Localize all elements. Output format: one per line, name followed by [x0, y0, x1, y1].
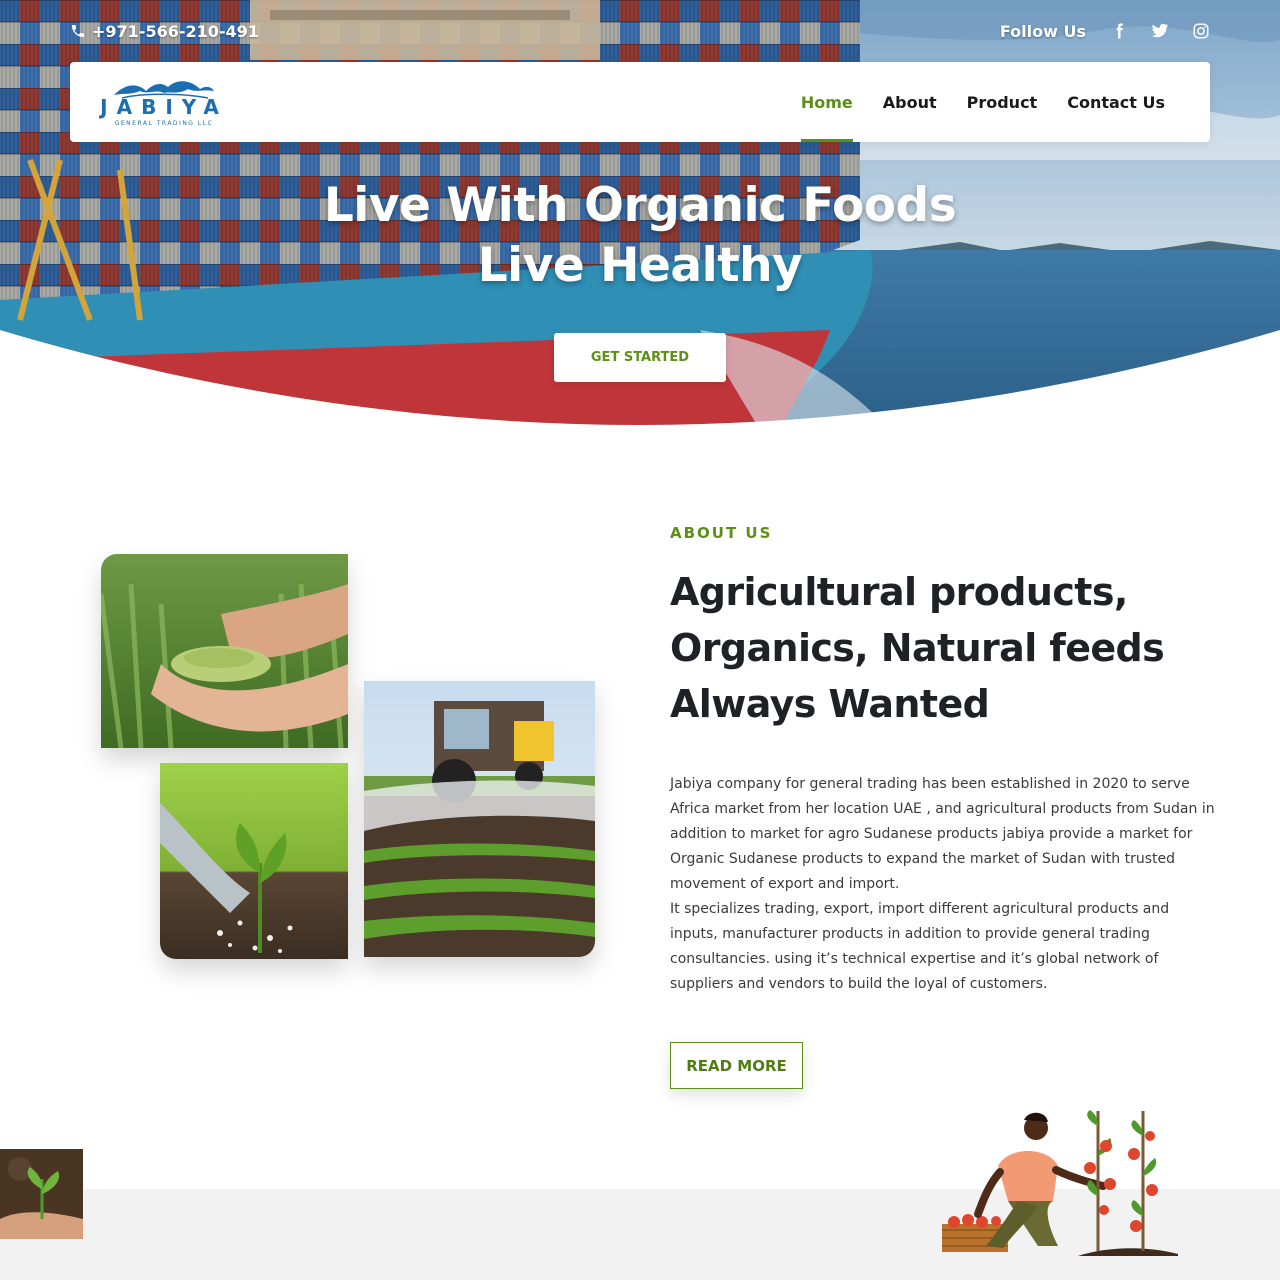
nav-item-contact-us[interactable]: Contact Us	[1052, 62, 1180, 142]
nav-menu: Home About Product Contact Us	[786, 62, 1180, 142]
about-description: Jabiya company for general trading has b…	[670, 772, 1215, 997]
seedling-fertilizer-photo	[160, 763, 348, 959]
phone-number: +971-566-210-491	[92, 21, 259, 41]
about-title-line-3: Always Wanted	[670, 682, 990, 726]
nav-item-home[interactable]: Home	[786, 62, 868, 142]
farmer-illustration	[942, 1110, 1178, 1256]
about-title-line-2: Organics, Natural feeds	[670, 626, 1165, 670]
facebook-icon[interactable]	[1110, 22, 1128, 40]
hero-title-line-1: Live With Organic Foods	[323, 178, 957, 233]
phone-icon	[72, 25, 84, 37]
logo-subtitle: GENERAL TRADING LLC	[114, 120, 214, 127]
tractor-spraying-photo	[364, 681, 595, 957]
get-started-button[interactable]: GET STARTED	[554, 333, 726, 382]
main-navbar: JABIYA GENERAL TRADING LLC Home About Pr…	[70, 62, 1210, 142]
about-title: Agricultural products, Organics, Natural…	[670, 564, 1230, 732]
seedling-in-hands-thumbnail	[0, 1149, 83, 1239]
top-bar: +971-566-210-491 Follow Us	[70, 18, 1210, 44]
phone-contact[interactable]: +971-566-210-491	[70, 22, 259, 41]
about-paragraph-1: Jabiya company for general trading has b…	[670, 776, 1215, 892]
about-title-line-1: Agricultural products,	[670, 570, 1128, 614]
hero-section: +971-566-210-491 Follow Us JABIYA GENERA…	[0, 0, 1280, 430]
instagram-icon[interactable]	[1192, 22, 1210, 40]
hero-title-line-2: Live Healthy	[477, 238, 803, 293]
about-eyebrow: ABOUT US	[670, 524, 773, 542]
hands-with-seeds-photo	[101, 554, 348, 748]
read-more-button[interactable]: READ MORE	[670, 1042, 803, 1089]
nav-item-about[interactable]: About	[868, 62, 952, 142]
logo-name: JABIYA	[100, 95, 228, 119]
twitter-icon[interactable]	[1150, 22, 1170, 40]
nav-item-product[interactable]: Product	[952, 62, 1053, 142]
follow-us: Follow Us	[1000, 22, 1210, 41]
social-links	[1110, 22, 1210, 40]
logo[interactable]: JABIYA GENERAL TRADING LLC	[100, 77, 219, 127]
about-paragraph-2: It specializes trading, export, import d…	[670, 901, 1170, 992]
hero-title: Live With Organic Foods Live Healthy	[0, 176, 1280, 296]
follow-us-label: Follow Us	[999, 21, 1086, 41]
